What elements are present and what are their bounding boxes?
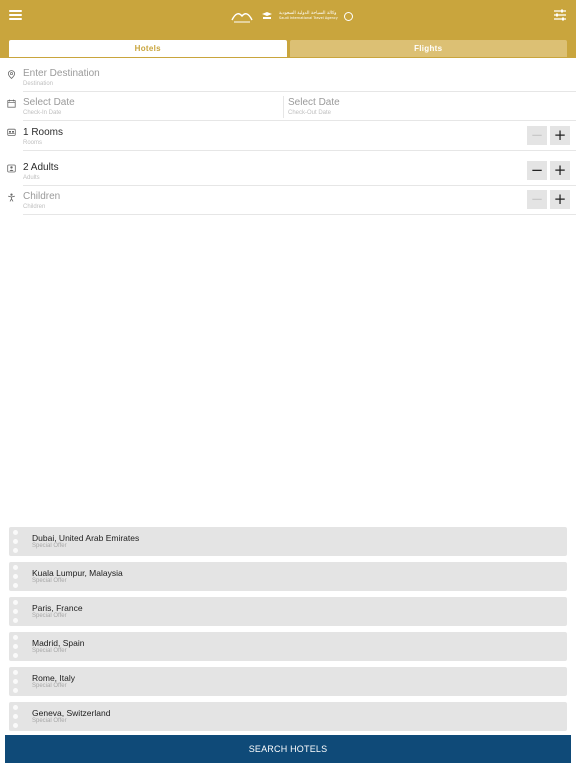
check-in-value: Select Date bbox=[23, 97, 75, 108]
check-in-field[interactable]: Select Date Check-In Date bbox=[23, 97, 75, 117]
drag-handle-icon bbox=[13, 670, 19, 697]
offer-city: Madrid, Spain bbox=[32, 638, 85, 648]
tab-flights[interactable]: Flights bbox=[289, 40, 567, 57]
adults-field: 2 Adults Adults bbox=[23, 162, 59, 182]
location-pin-icon bbox=[7, 70, 16, 79]
offer-city: Paris, France bbox=[32, 603, 83, 613]
offer-tag: Special Offer bbox=[32, 578, 67, 584]
drag-handle-icon bbox=[13, 635, 19, 662]
child-icon bbox=[8, 193, 15, 202]
rooms-label: Rooms bbox=[23, 140, 43, 146]
offer-item[interactable]: Dubai, United Arab Emirates Special Offe… bbox=[9, 527, 567, 556]
offer-tag: Special Offer bbox=[32, 543, 67, 549]
adults-label: Adults bbox=[23, 175, 40, 181]
offer-item[interactable]: Geneva, Switzerland Special Offer bbox=[9, 702, 567, 731]
rooms-stepper: − + bbox=[527, 126, 570, 145]
hamburger-menu-icon[interactable] bbox=[9, 9, 23, 21]
divider bbox=[23, 150, 576, 151]
rooms-row: 1 Rooms Rooms − + bbox=[0, 122, 576, 150]
children-stepper: − + bbox=[527, 190, 570, 209]
drag-handle-icon bbox=[13, 565, 19, 592]
adults-increment-button[interactable]: + bbox=[550, 161, 570, 180]
rooms-field: 1 Rooms Rooms bbox=[23, 127, 64, 147]
divider bbox=[23, 91, 576, 92]
offer-item[interactable]: Madrid, Spain Special Offer bbox=[9, 632, 567, 661]
destination-value: Enter Destination bbox=[23, 68, 100, 79]
check-out-field[interactable]: Select Date Check-Out Date bbox=[288, 97, 340, 117]
children-row: Children Children − + bbox=[0, 186, 576, 214]
offer-tag: Special Offer bbox=[32, 648, 67, 654]
adults-row: 2 Adults Adults − + bbox=[0, 157, 576, 185]
rooms-value: 1 Rooms bbox=[23, 127, 64, 138]
offer-city: Dubai, United Arab Emirates bbox=[32, 533, 140, 543]
app-header: وكالة السياحة الدولية السعودية Saudi Int… bbox=[0, 0, 576, 58]
drag-handle-icon bbox=[13, 530, 19, 557]
offer-item[interactable]: Kuala Lumpur, Malaysia Special Offer bbox=[9, 562, 567, 591]
offer-item[interactable]: Paris, France Special Offer bbox=[9, 597, 567, 626]
logo-mark-icon bbox=[231, 13, 253, 23]
iata-logo-icon bbox=[262, 12, 272, 19]
logo-text-english: Saudi International Travel Agency bbox=[279, 16, 338, 20]
special-offers-list: Dubai, United Arab Emirates Special Offe… bbox=[9, 527, 567, 737]
check-out-value: Select Date bbox=[288, 97, 340, 108]
children-field: Children Children bbox=[23, 191, 61, 211]
seal-icon bbox=[343, 11, 353, 21]
check-out-label: Check-Out Date bbox=[288, 110, 332, 116]
drag-handle-icon bbox=[13, 600, 19, 627]
children-increment-button[interactable]: + bbox=[550, 190, 570, 209]
dates-row: Select Date Check-In Date Select Date Ch… bbox=[0, 96, 576, 120]
rooms-increment-button[interactable]: + bbox=[550, 126, 570, 145]
drag-handle-icon bbox=[13, 705, 19, 732]
offer-city: Rome, Italy bbox=[32, 673, 75, 683]
offer-item[interactable]: Rome, Italy Special Offer bbox=[9, 667, 567, 696]
check-in-label: Check-In Date bbox=[23, 110, 62, 116]
offer-city: Geneva, Switzerland bbox=[32, 708, 111, 718]
destination-row: Enter Destination Destination bbox=[0, 69, 576, 91]
date-separator bbox=[283, 96, 284, 118]
divider bbox=[23, 120, 576, 121]
adults-stepper: − + bbox=[527, 161, 570, 180]
bed-icon bbox=[7, 128, 16, 136]
adults-decrement-button[interactable]: − bbox=[527, 161, 547, 180]
calendar-icon bbox=[7, 99, 16, 108]
children-value: Children bbox=[23, 191, 61, 202]
children-decrement-button[interactable]: − bbox=[527, 190, 547, 209]
offer-tag: Special Offer bbox=[32, 613, 67, 619]
rooms-decrement-button[interactable]: − bbox=[527, 126, 547, 145]
adults-value: 2 Adults bbox=[23, 162, 59, 173]
children-label: Children bbox=[23, 204, 46, 210]
sliders-filter-icon[interactable] bbox=[553, 8, 567, 22]
divider bbox=[23, 214, 576, 215]
destination-label: Destination bbox=[23, 81, 54, 87]
offer-tag: Special Offer bbox=[32, 683, 67, 689]
search-hotels-button[interactable]: SEARCH HOTELS bbox=[5, 735, 571, 763]
offer-tag: Special Offer bbox=[32, 718, 67, 724]
destination-field[interactable]: Enter Destination Destination bbox=[23, 68, 100, 88]
adult-person-icon bbox=[7, 164, 16, 173]
search-type-tabs: Hotels Flights bbox=[9, 40, 567, 57]
tab-hotels[interactable]: Hotels bbox=[9, 40, 287, 57]
brand-logo: وكالة السياحة الدولية السعودية Saudi Int… bbox=[229, 7, 353, 25]
offer-city: Kuala Lumpur, Malaysia bbox=[32, 568, 123, 578]
